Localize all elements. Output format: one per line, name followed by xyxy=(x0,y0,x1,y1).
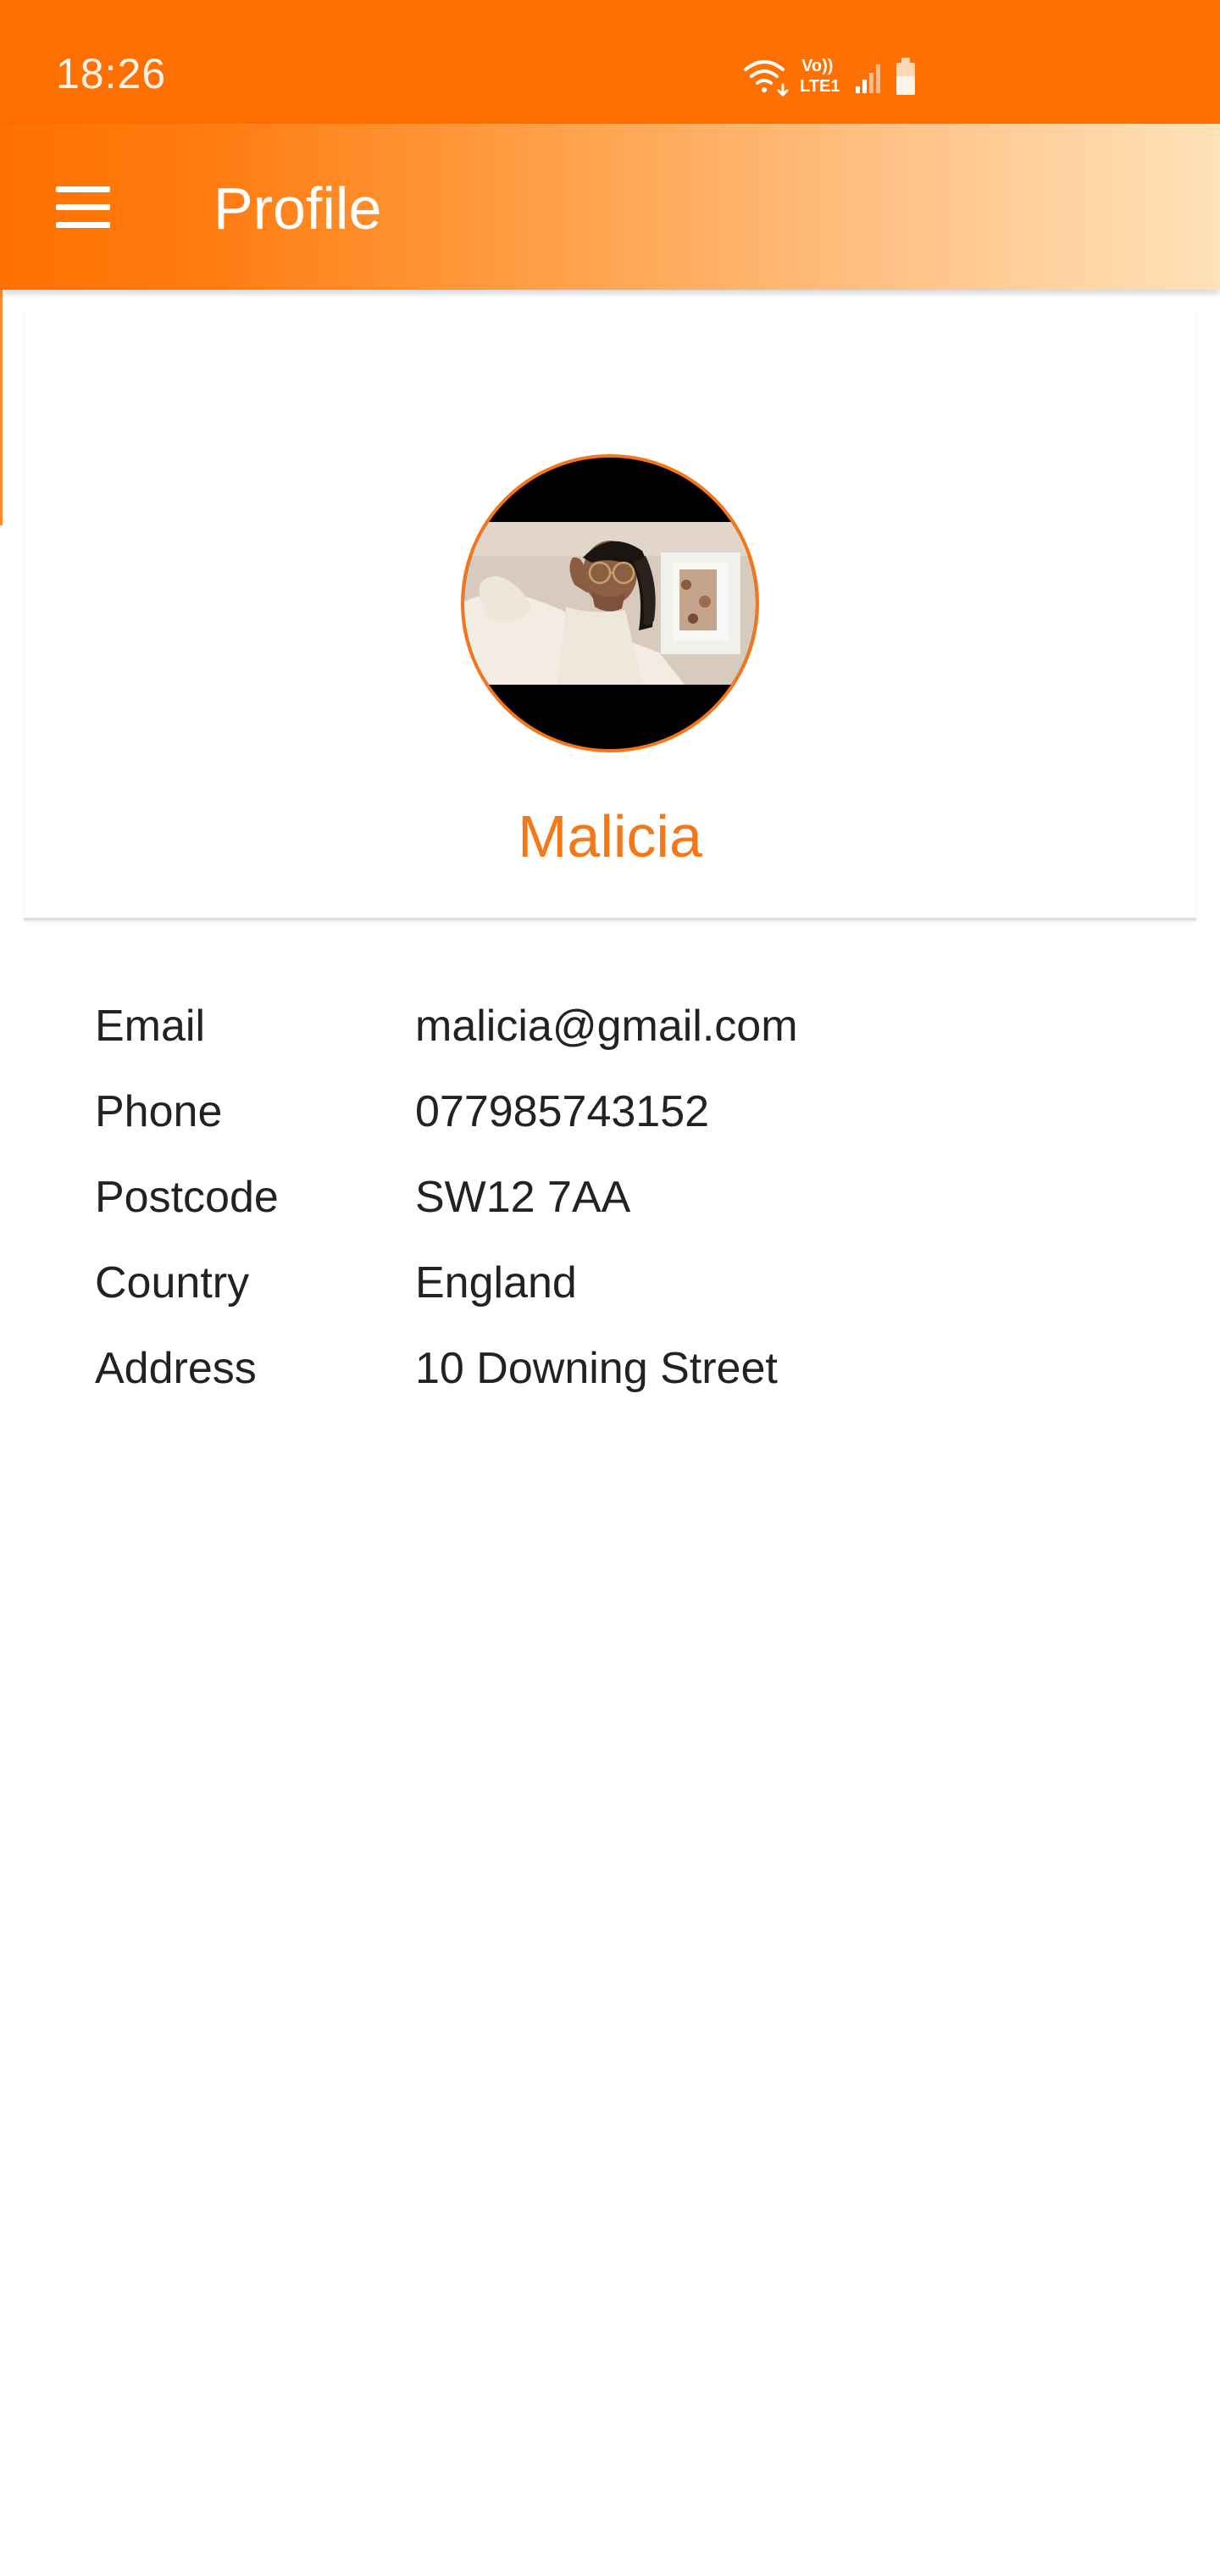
drawer-edge xyxy=(0,290,3,525)
network-label: LTE1 xyxy=(800,77,840,96)
wifi-icon xyxy=(744,60,789,97)
phone-label: Phone xyxy=(95,1087,223,1136)
phone-value: 077985743152 xyxy=(415,1087,710,1136)
profile-name: Malicia xyxy=(518,803,702,869)
address-label: Address xyxy=(95,1344,257,1393)
country-value: England xyxy=(415,1258,577,1307)
avatar-photo xyxy=(464,458,756,749)
postcode-label: Postcode xyxy=(95,1173,279,1222)
status-bar: 18:26 Vo)) LTE1 xyxy=(0,0,1220,124)
avatar[interactable] xyxy=(461,454,759,752)
page-title: Profile xyxy=(214,175,382,242)
app-bar: Profile xyxy=(0,124,1220,290)
profile-details: Email malicia@gmail.com Phone 0779857431… xyxy=(95,985,1112,1413)
battery-icon xyxy=(896,58,915,95)
menu-button[interactable] xyxy=(37,161,129,253)
detail-row-email: Email malicia@gmail.com xyxy=(95,985,1112,1071)
address-value: 10 Downing Street xyxy=(415,1344,778,1393)
volte-label: Vo)) xyxy=(801,57,833,75)
postcode-value: SW12 7AA xyxy=(415,1173,631,1222)
detail-row-phone: Phone 077985743152 xyxy=(95,1071,1112,1157)
email-label: Email xyxy=(95,1002,206,1051)
email-value: malicia@gmail.com xyxy=(415,1002,798,1051)
detail-row-address: Address 10 Downing Street xyxy=(95,1328,1112,1413)
status-icons: Vo)) LTE1 xyxy=(742,53,929,100)
detail-row-postcode: Postcode SW12 7AA xyxy=(95,1157,1112,1242)
signal-icon xyxy=(856,64,880,93)
status-time: 18:26 xyxy=(56,50,167,97)
country-label: Country xyxy=(95,1258,250,1307)
profile-card: Malicia xyxy=(24,307,1196,920)
detail-row-country: Country England xyxy=(95,1242,1112,1328)
